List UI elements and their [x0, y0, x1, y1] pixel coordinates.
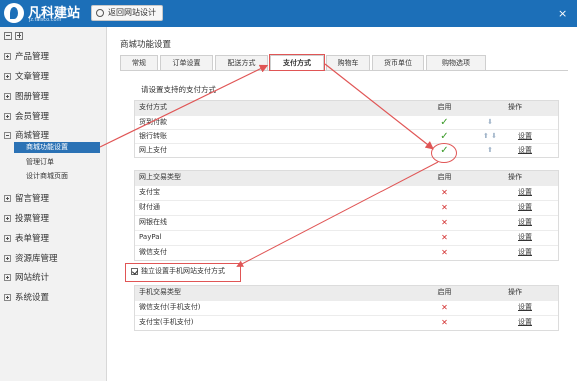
arrow-to-mobile-option	[236, 161, 439, 267]
annotation-arrows	[99, 63, 439, 267]
arrow-to-payment-tab	[99, 64, 269, 148]
arrow-to-online-payment	[324, 63, 434, 150]
